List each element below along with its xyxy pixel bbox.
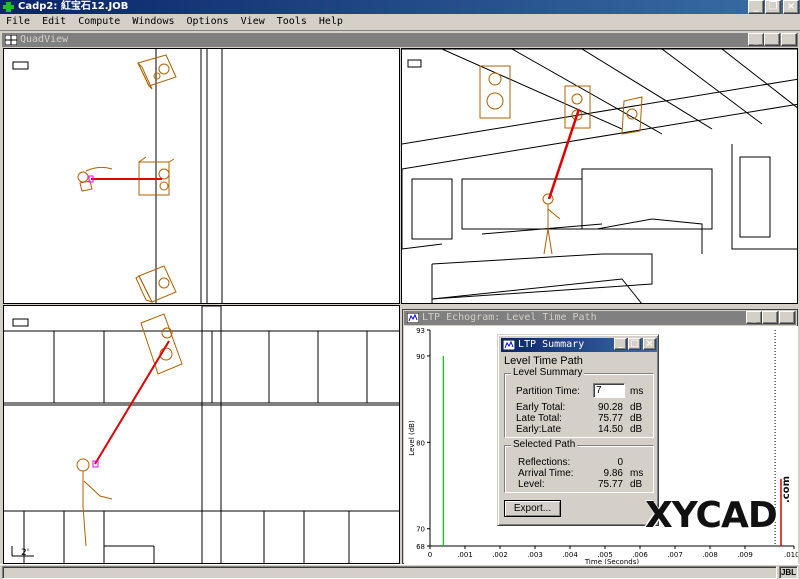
watermark-text: XYCAD [645,495,778,536]
partition-time-label: Partition Time: [516,386,580,397]
status-bar: JBL [0,564,800,579]
x-tick-label: .004 [562,551,578,559]
maximize-ltp-button[interactable]: □ [628,338,641,350]
menu-options[interactable]: Options [181,14,235,30]
y-tick-label: 93 [416,327,425,335]
ltp-icon [503,340,515,350]
scale-label: 2' [21,548,30,558]
plan-view-drawing [12,49,223,303]
elevation-viewport[interactable]: 2' [3,305,400,564]
echogram-icon [407,313,419,323]
echogram-titlebar: LTP Echogram: Level Time Path _ □ × [404,311,796,325]
speaker-cluster-top [137,54,177,90]
app-titlebar: Cadp2: 紅宝石12.JOB _ ❐ × [0,0,800,14]
menu-view[interactable]: View [235,14,271,30]
close-app-button[interactable]: × [783,0,799,14]
status-panel-right: JBL [779,566,798,579]
perspective-drawing [402,49,797,303]
minimize-ltp-button[interactable]: _ [614,338,627,350]
early-late-value: 14.50 [597,424,623,435]
maximize-quadview-button[interactable]: □ [764,33,780,46]
menu-windows[interactable]: Windows [126,14,180,30]
ltp-summary-dialog: LTP Summary _ □ × Level Time Path Level … [497,334,659,526]
plan-viewport[interactable] [3,48,400,304]
listener-figure-elevation [76,458,113,547]
export-label: Export... [513,503,552,514]
ltp-title: LTP Summary [518,339,585,350]
y-tick-label: 68 [416,543,425,551]
y-tick-label: 80 [416,439,425,447]
level-summary-label: Level Summary [511,367,585,378]
early-total-value: 90.28 [597,402,623,413]
ltp-heading: Level Time Path [504,355,583,367]
quadview-icon [5,35,17,45]
app-title: Cadp2: 紅宝石12.JOB [18,1,129,12]
arrival-time-unit: ms [630,468,644,479]
quadview-titlebar: QuadView _ □ × [2,33,798,47]
y-axis-label: Level (dB) [408,420,416,456]
menu-compute[interactable]: Compute [72,14,126,30]
y-tick-label: 90 [416,353,425,361]
path-level-unit: dB [630,479,643,490]
early-total-label: Early Total: [516,402,566,413]
close-quadview-button[interactable]: × [781,33,797,46]
watermark-logo: XYCAD .com [645,476,795,540]
watermark-suffix: .com [781,475,792,503]
reflections-label: Reflections: [518,457,571,468]
x-tick-label: .003 [527,551,543,559]
arrival-time-label: Arrival Time: [518,468,574,479]
path-level-label: Level: [518,479,545,490]
menu-file[interactable]: File [0,14,36,30]
speaker-cluster-elevation [140,313,183,375]
minimize-quadview-button[interactable]: _ [748,33,764,46]
late-total-label: Late Total: [516,413,562,424]
x-tick-label: .0104 [784,551,798,559]
status-brand: JBL [780,568,797,577]
x-tick-label: 0 [428,551,432,559]
early-late-unit: dB [630,424,643,435]
quadview-title: QuadView [20,34,69,45]
app-logo-icon [3,2,14,12]
path-level-value: 75.77 [597,479,623,490]
selected-path-label: Selected Path [511,439,578,450]
ray-path-3d [547,108,581,200]
status-panel-main [2,566,777,579]
late-total-unit: dB [630,413,643,424]
export-button[interactable]: Export... [504,500,561,517]
close-ltp-button[interactable]: × [643,338,656,350]
x-tick-label: .001 [457,551,473,559]
elevation-drawing [4,306,399,563]
arrival-time-value: 9.86 [603,468,623,479]
close-echogram-button[interactable]: × [779,311,795,324]
maximize-echogram-button[interactable]: □ [762,311,778,324]
y-tick-label: 70 [416,526,425,534]
x-tick-label: .009 [737,551,753,559]
x-tick-label: .008 [702,551,718,559]
echogram-title: LTP Echogram: Level Time Path [422,312,597,323]
menu-tools[interactable]: Tools [271,14,313,30]
perspective-viewport[interactable] [401,48,798,304]
menu-bar: File Edit Compute Windows Options View T… [0,14,800,30]
x-tick-label: .002 [492,551,508,559]
early-late-label: Early:Late [516,424,562,435]
menu-help[interactable]: Help [313,14,349,30]
late-total-value: 75.77 [597,413,623,424]
x-tick-label: .007 [667,551,683,559]
minimize-app-button[interactable]: _ [748,0,764,14]
minimize-echogram-button[interactable]: _ [746,311,762,324]
level-summary-group: Level Summary Partition Time: ms Early T… [504,367,654,438]
reflections-value: 0 [617,457,623,468]
partition-time-input[interactable] [593,383,625,398]
menu-edit[interactable]: Edit [36,14,72,30]
ltp-titlebar: LTP Summary _ □ × [501,338,657,352]
restore-app-button[interactable]: ❐ [765,0,781,14]
early-total-unit: dB [630,402,643,413]
selected-path-group: Selected Path Reflections: 0 Arrival Tim… [504,439,654,493]
listener-figure-3d [542,193,561,255]
partition-time-unit: ms [630,386,644,397]
